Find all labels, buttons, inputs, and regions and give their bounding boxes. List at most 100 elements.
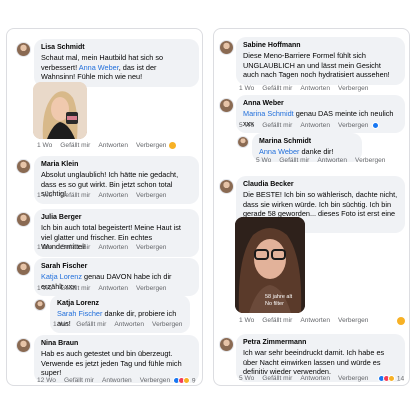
reply-button[interactable]: Antworten (300, 317, 330, 324)
mention-link[interactable]: Anna Weber (79, 63, 119, 72)
timestamp: 5 Wo (239, 122, 255, 129)
hide-button[interactable]: Verbergen (338, 85, 368, 92)
mention-link[interactable]: Anna Weber (259, 147, 299, 156)
hide-button[interactable]: Verbergen (136, 142, 166, 149)
avatar[interactable] (16, 212, 31, 227)
hide-button[interactable]: Verbergen (136, 192, 166, 199)
wow-reaction-icon (168, 141, 177, 150)
mention-link[interactable]: Sarah Fischer (57, 309, 102, 318)
mention-link[interactable]: Marina Schmidt (243, 109, 294, 118)
reply-button[interactable]: Antworten (98, 192, 128, 199)
timestamp: 5 Wo (256, 157, 272, 164)
comment-actions: 1 Wo Gefällt mir Antworten Verbergen (37, 192, 174, 200)
reply-button[interactable]: Antworten (98, 285, 128, 292)
timestamp: 1 Wo (37, 285, 53, 292)
avatar[interactable] (16, 42, 31, 57)
timestamp: 1 Wo (37, 192, 53, 199)
hide-button[interactable]: Verbergen (136, 244, 166, 251)
reaction-summary[interactable] (372, 122, 379, 130)
hide-button[interactable]: Verbergen (338, 122, 368, 129)
comment-bubble: Sabine Hoffmann Diese Meno-Barriere Form… (236, 37, 405, 85)
like-button[interactable]: Gefällt mir (64, 377, 94, 384)
like-button[interactable]: Gefällt mir (262, 375, 292, 382)
hide-button[interactable]: Verbergen (338, 317, 368, 324)
care-reaction-icon (183, 377, 190, 384)
timestamp: 1 Wo (37, 142, 53, 149)
reaction-summary[interactable] (168, 141, 177, 150)
timestamp: 5 Wo (239, 375, 255, 382)
reaction-count: 14 (396, 375, 405, 383)
care-reaction-icon (388, 375, 395, 382)
avatar[interactable] (16, 159, 31, 174)
like-button[interactable]: Gefällt mir (279, 157, 309, 164)
commenter-name[interactable]: Maria Klein (41, 160, 192, 169)
comments-panel-right: Sabine Hoffmann Diese Meno-Barriere Form… (213, 28, 410, 386)
hide-button[interactable]: Verbergen (338, 375, 368, 382)
commenter-name[interactable]: Claudia Becker (243, 180, 398, 189)
comment-actions: 1 Wo Gefällt mir Antworten Verbergen (53, 321, 190, 329)
mention-link[interactable]: Katja Lorenz (41, 272, 82, 281)
reaction-summary[interactable]: 14 (378, 375, 405, 383)
reply-button[interactable]: Antworten (300, 122, 330, 129)
reaction-summary[interactable]: 9 (173, 377, 196, 385)
like-button[interactable]: Gefällt mir (60, 285, 90, 292)
comment-text: Diese Meno-Barriere Formel fühlt sich UN… (243, 51, 390, 80)
comment-actions: 12 Wo Gefällt mir Antworten Verbergen (37, 377, 178, 385)
avatar[interactable] (219, 337, 234, 352)
photo-caption: 58 jahre alt No filter (265, 294, 292, 307)
commenter-name[interactable]: Petra Zimmermann (243, 338, 398, 347)
avatar[interactable] (16, 261, 31, 276)
avatar[interactable] (219, 179, 234, 194)
comment-bubble: Lisa Schmidt Schaut mal, mein Hautbild h… (34, 39, 199, 87)
commenter-name[interactable]: Julia Berger (41, 213, 192, 222)
commenter-name[interactable]: Sabine Hoffmann (243, 41, 398, 50)
reply-button[interactable]: Antworten (102, 377, 132, 384)
timestamp: 1 Wo (239, 317, 255, 324)
photo-caption-line: No filter (265, 300, 284, 307)
reply-button[interactable]: Antworten (114, 321, 144, 328)
like-button[interactable]: Gefällt mir (262, 85, 292, 92)
avatar[interactable] (16, 338, 31, 353)
reply-button[interactable]: Antworten (317, 157, 347, 164)
hide-button[interactable]: Verbergen (136, 285, 166, 292)
commenter-name[interactable]: Marina Schmidt (259, 137, 355, 146)
comment-actions: 1 Wo Gefällt mir Antworten Verbergen (37, 244, 174, 252)
like-reaction-icon (372, 122, 379, 129)
photo-caption-line: 58 jahre alt (265, 294, 293, 300)
commenter-name[interactable]: Nina Braun (41, 339, 192, 348)
hide-button[interactable]: Verbergen (140, 377, 170, 384)
like-button[interactable]: Gefällt mir (262, 317, 292, 324)
comment-photo[interactable] (33, 82, 87, 139)
like-button[interactable]: Gefällt mir (262, 122, 292, 129)
comment-actions: 1 Wo Gefällt mir Antworten Verbergen (37, 285, 174, 293)
reply-button[interactable]: Antworten (300, 375, 330, 382)
comment-photo[interactable]: 58 jahre alt No filter (235, 217, 305, 313)
reaction-count: 9 (191, 377, 196, 385)
avatar[interactable] (219, 98, 234, 113)
like-button[interactable]: Gefällt mir (60, 244, 90, 251)
comment-actions: 5 Wo Gefällt mir Antworten Verbergen (256, 157, 393, 165)
hide-button[interactable]: Verbergen (355, 157, 385, 164)
comment-actions: 5 Wo Gefällt mir Antworten Verbergen (239, 122, 376, 130)
commenter-name[interactable]: Katja Lorenz (57, 299, 183, 308)
commenter-name[interactable]: Anna Weber (243, 99, 398, 108)
commenter-name[interactable]: Lisa Schmidt (41, 43, 192, 52)
haha-reaction-icon[interactable] (397, 317, 405, 325)
hide-button[interactable]: Verbergen (152, 321, 182, 328)
reply-button[interactable]: Antworten (300, 85, 330, 92)
comment-actions: 5 Wo Gefällt mir Antworten Verbergen (239, 375, 376, 383)
comment-text: Hab es auch getestet und bin überzeugt. … (41, 349, 182, 378)
like-button[interactable]: Gefällt mir (60, 142, 90, 149)
comments-panel-left: Lisa Schmidt Schaut mal, mein Hautbild h… (6, 28, 203, 386)
reply-button[interactable]: Antworten (98, 244, 128, 251)
like-button[interactable]: Gefällt mir (60, 192, 90, 199)
reply-button[interactable]: Antworten (98, 142, 128, 149)
avatar[interactable] (34, 299, 46, 311)
like-button[interactable]: Gefällt mir (76, 321, 106, 328)
comment-text: danke dir! (299, 147, 334, 156)
avatar[interactable] (219, 40, 234, 55)
commenter-name[interactable]: Sarah Fischer (41, 262, 192, 271)
timestamp: 1 Wo (53, 321, 69, 328)
timestamp: 1 Wo (37, 244, 53, 251)
avatar[interactable] (237, 136, 249, 148)
